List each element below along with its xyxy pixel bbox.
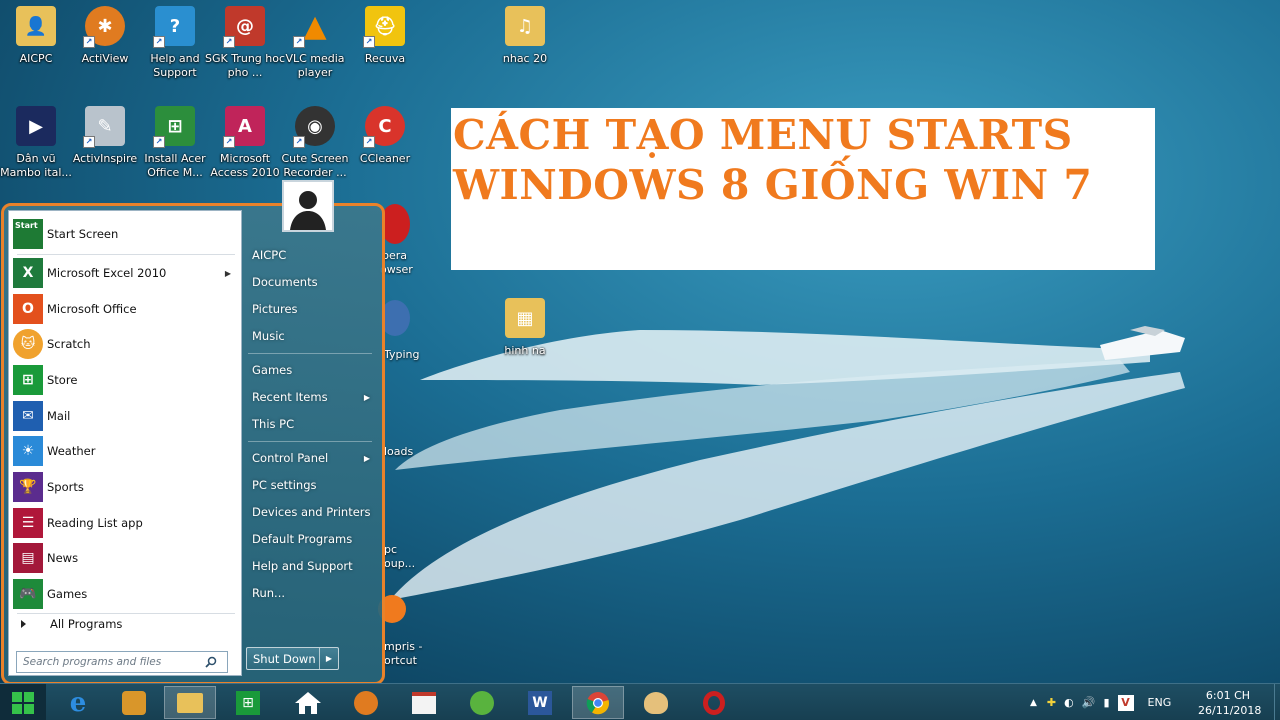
tray-app-icon[interactable]: ✚ [1047, 696, 1056, 709]
system-tray: ▲ ✚ ◐ 🔊 ▮ V ENG [1030, 684, 1171, 720]
taskbar-app-7[interactable] [398, 686, 450, 719]
desktop-icon-shortcut-label: ortcut [384, 654, 417, 667]
app-icon [470, 690, 494, 715]
desktop-icon-downloads-label: loads [384, 445, 414, 458]
unikey-icon[interactable]: V [1117, 694, 1134, 711]
book-icon: @ ↗ [223, 6, 265, 48]
desktop-icon-nhac20[interactable]: ♫ nhac 20 [489, 6, 561, 86]
desktop-icon-help-support[interactable]: ? ↗ Help and Support [139, 6, 211, 86]
battery-icon[interactable]: ▮ [1103, 696, 1109, 709]
desktop-icon-ccleaner[interactable]: C ↗ CCleaner [349, 106, 421, 186]
access-icon: A ↗ [223, 106, 265, 148]
desktop-icon-cute-screen[interactable]: ◉ ↗ Cute Screen Recorder ... [279, 106, 351, 186]
opera-icon [703, 690, 725, 715]
show-hidden-icons-icon[interactable]: ▲ [1030, 698, 1037, 708]
desktop-icon-compris-label: mpris - [384, 640, 423, 653]
taskbar-word[interactable]: W [514, 686, 566, 719]
recuva-icon: ⛑ ↗ [363, 6, 405, 48]
taskbar-app-2[interactable] [108, 686, 160, 719]
clock-date: 26/11/2018 [1198, 704, 1262, 717]
volume-icon[interactable]: 🔊 [1082, 696, 1096, 709]
folder-image-icon: ▦ [505, 298, 545, 338]
actiview-icon: ✱ ↗ [83, 6, 125, 48]
app-icon [412, 691, 436, 714]
folder-icon [177, 692, 203, 713]
taskbar-app-6[interactable] [340, 686, 392, 719]
taskbar-chrome[interactable] [572, 686, 624, 719]
banner-title-line2: WINDOWS 8 GIỐNG WIN 7 [453, 161, 1093, 209]
desktop-icon-install-acer[interactable]: ⊞ ↗ Install Acer Office M... [139, 106, 211, 186]
desktop-icon-recuva[interactable]: ⛑ ↗ Recuva [349, 6, 421, 86]
show-desktop-button[interactable] [1274, 684, 1280, 720]
desktop-icon-vlc[interactable]: ▲ ↗ VLC media player [279, 6, 351, 86]
desktop-icon-group-label: oup... [384, 557, 416, 570]
language-indicator[interactable]: ENG [1148, 696, 1172, 709]
title-banner: CÁCH TẠO MENU STARTS WINDOWS 8 GIỐNG WIN… [451, 108, 1155, 270]
user-avatar[interactable] [282, 180, 334, 232]
taskbar-paint[interactable] [630, 686, 682, 719]
paint-palette-icon [644, 691, 668, 714]
tray-network-icon[interactable]: ◐ [1064, 696, 1074, 709]
start-menu-highlight-outline [1, 203, 385, 685]
desktop-icon-sgk[interactable]: @ ↗ SGK Trung hoc pho ... [205, 6, 285, 86]
taskbar-file-explorer[interactable] [164, 686, 216, 719]
activinspire-icon: ✎ ↗ [83, 106, 125, 148]
desktop-icon-opera-label: pera [382, 249, 408, 262]
video-icon: ▶ [16, 106, 56, 146]
taskbar-opera[interactable] [688, 686, 740, 719]
desktop-icon-actiview[interactable]: ✱ ↗ ActiView [69, 6, 141, 86]
desktop-icon-pc-label: pc [384, 543, 398, 556]
folder-icon: ♫ [505, 6, 545, 46]
folder-user-icon: 👤 [16, 6, 56, 46]
app-icon [354, 690, 378, 715]
taskbar-home[interactable] [282, 686, 334, 719]
desktop-icon-activinspire[interactable]: ✎ ↗ ActivInspire [69, 106, 141, 186]
word-icon: W [528, 690, 552, 715]
taskbar-store[interactable]: ⊞ [222, 686, 274, 719]
desktop-icon-aicpc[interactable]: 👤 AICPC [0, 6, 72, 86]
desktop-icon-hinh-nen[interactable]: ▦ hinh na [489, 298, 561, 378]
taskbar-app-8[interactable] [456, 686, 508, 719]
desktop-icon-access[interactable]: A ↗ Microsoft Access 2010 [209, 106, 281, 186]
film-reel-icon: ◉ ↗ [293, 106, 335, 148]
user-silhouette-icon [290, 191, 326, 230]
internet-explorer-icon: e [69, 687, 87, 718]
chrome-icon [586, 691, 610, 714]
taskbar-internet-explorer[interactable]: e [52, 686, 104, 719]
taskbar: e ⊞ W ▲ ✚ ◐ 🔊 ▮ V ENG 6:01 CH 26/11/2018 [0, 683, 1280, 720]
ccleaner-icon: C ↗ [363, 106, 405, 148]
banner-title-line1: CÁCH TẠO MENU STARTS [453, 111, 1073, 159]
vlc-cone-icon: ▲ ↗ [293, 6, 335, 48]
help-icon: ? ↗ [153, 6, 195, 48]
app-icon [122, 690, 146, 715]
taskbar-clock[interactable]: 6:01 CH 26/11/2018 [1198, 688, 1262, 718]
store-icon: ⊞ [236, 690, 260, 715]
installer-icon: ⊞ ↗ [153, 106, 195, 148]
desktop-icon-dan-vu[interactable]: ▶ Dân vũ Mambo ital... [0, 106, 72, 186]
home-icon [295, 691, 321, 714]
clock-time: 6:01 CH [1205, 689, 1251, 702]
desktop-icon-typing-label: Typing [384, 348, 420, 361]
start-button[interactable] [0, 684, 46, 720]
windows-logo-icon [12, 691, 34, 714]
